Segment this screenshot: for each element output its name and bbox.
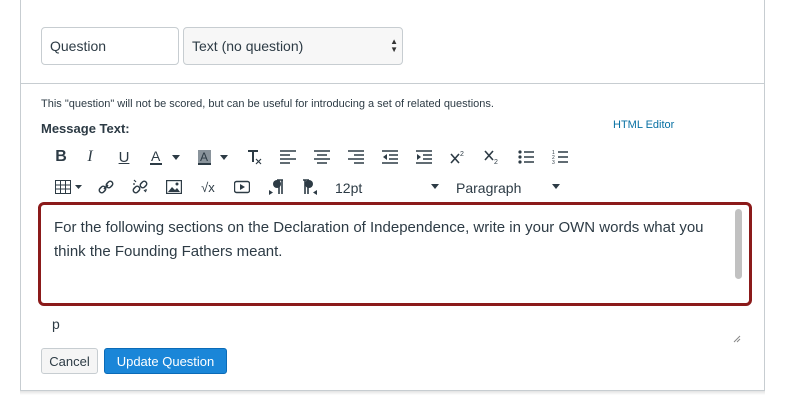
message-editor[interactable]: For the following sections on the Declar… bbox=[38, 202, 752, 306]
subscript-icon[interactable]: 2 bbox=[475, 145, 509, 169]
block-format-select[interactable]: Paragraph bbox=[456, 178, 560, 198]
editor-toolbar-row-1: B I U A A 2 2 1 2 3 bbox=[49, 145, 577, 169]
align-center-icon[interactable] bbox=[305, 145, 339, 169]
select-arrows-icon: ▲ ▼ bbox=[390, 37, 398, 54]
update-question-button[interactable]: Update Question bbox=[104, 348, 227, 374]
align-right-icon[interactable] bbox=[339, 145, 373, 169]
question-note: This "question" will not be scored, but … bbox=[41, 98, 494, 110]
question-header: Text (no question) ▲▼ bbox=[21, 0, 764, 84]
html-editor-link[interactable]: HTML Editor bbox=[613, 119, 674, 131]
svg-text:2: 2 bbox=[460, 151, 464, 158]
question-panel: Text (no question) ▲▼ This "question" wi… bbox=[20, 0, 765, 391]
chevron-down-icon bbox=[431, 184, 439, 189]
bullet-list-icon[interactable] bbox=[509, 145, 543, 169]
numbered-list-icon[interactable]: 123 bbox=[543, 145, 577, 169]
message-editor-content[interactable]: For the following sections on the Declar… bbox=[54, 216, 724, 264]
svg-text:A: A bbox=[200, 150, 208, 164]
block-format-value: Paragraph bbox=[456, 180, 522, 196]
background-color-icon[interactable]: A bbox=[189, 145, 237, 169]
question-title-input[interactable] bbox=[41, 27, 179, 65]
align-left-icon[interactable] bbox=[271, 145, 305, 169]
editor-path-indicator: p bbox=[52, 316, 60, 332]
svg-text:3: 3 bbox=[552, 160, 555, 164]
question-type-value: Text (no question) bbox=[192, 38, 304, 54]
ltr-icon[interactable] bbox=[259, 175, 293, 199]
message-text-label: Message Text: bbox=[41, 121, 130, 136]
image-icon[interactable] bbox=[157, 175, 191, 199]
text-color-icon[interactable]: A bbox=[141, 145, 189, 169]
table-icon[interactable] bbox=[49, 175, 89, 199]
outdent-icon[interactable] bbox=[373, 145, 407, 169]
clear-formatting-icon[interactable] bbox=[237, 145, 271, 169]
underline-icon[interactable]: U bbox=[107, 145, 141, 169]
editor-scrollbar-thumb[interactable] bbox=[735, 209, 742, 279]
indent-icon[interactable] bbox=[407, 145, 441, 169]
link-icon[interactable] bbox=[89, 175, 123, 199]
bold-icon[interactable]: B bbox=[49, 145, 73, 169]
svg-text:A: A bbox=[151, 149, 161, 164]
resize-handle-icon[interactable] bbox=[733, 330, 741, 343]
font-size-select[interactable]: 12pt bbox=[335, 178, 439, 198]
svg-text:2: 2 bbox=[494, 159, 498, 164]
media-icon[interactable] bbox=[225, 175, 259, 199]
equation-icon[interactable]: √x bbox=[191, 175, 225, 199]
font-size-value: 12pt bbox=[335, 180, 363, 196]
editor-toolbar-row-2: √x bbox=[49, 175, 327, 199]
chevron-down-icon bbox=[552, 184, 560, 189]
superscript-icon[interactable]: 2 bbox=[441, 145, 475, 169]
unlink-icon[interactable] bbox=[123, 175, 157, 199]
question-type-select[interactable]: Text (no question) ▲ ▼ bbox=[183, 27, 403, 65]
editor-scrollbar[interactable] bbox=[735, 209, 743, 301]
rtl-icon[interactable] bbox=[293, 175, 327, 199]
italic-icon[interactable]: I bbox=[73, 145, 107, 169]
panel-shadow bbox=[20, 391, 765, 395]
cancel-button[interactable]: Cancel bbox=[41, 348, 98, 374]
